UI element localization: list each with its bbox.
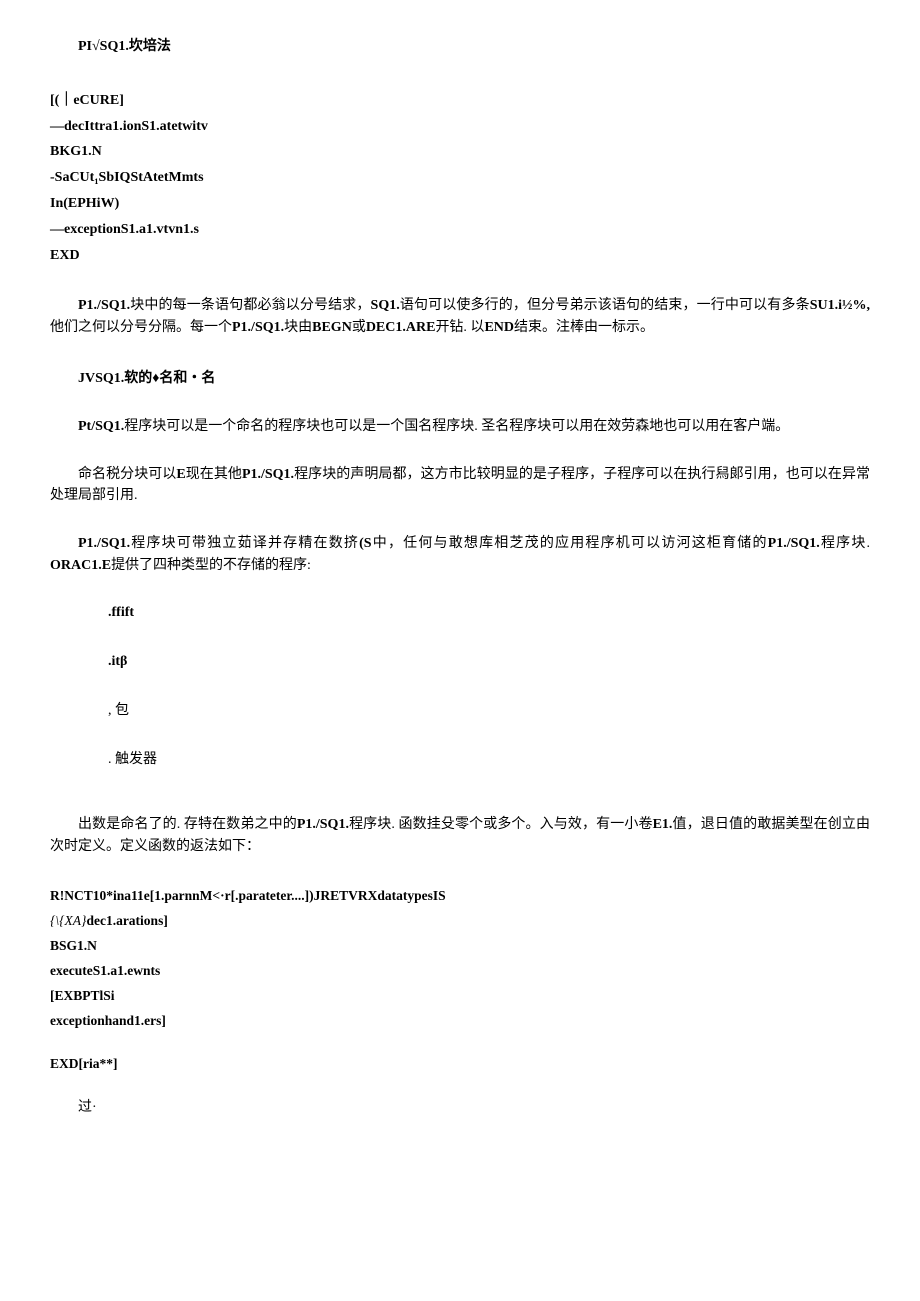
code-block-function-def: R!NCT10*ina11e[1.parnnM<·r[.parateter...… <box>50 884 870 1034</box>
code-line: executeS1.a1.ewnts <box>50 959 870 984</box>
code-line: EXD <box>50 243 870 269</box>
text-run: 程序块可以是一个命名的程序块也可以是一个国名程序块. 圣名程序块可以用在效劳森地… <box>124 419 789 434</box>
code-line: exceptionhand1.ers] <box>50 1009 870 1034</box>
text-run: 命名税分块可以 <box>78 467 176 482</box>
list-item: , 包 <box>108 700 870 721</box>
text-run: 中，任何与敢想库相芝茂的应用程序机可以访河这柜育储的 <box>372 536 768 551</box>
text-run: 他们之何以分号分隔。每一个 <box>50 320 232 335</box>
heading-naming: JVSQ1.软的♦名和・名 <box>78 368 870 390</box>
term-su1: SU1.i½%, <box>810 298 870 313</box>
paragraph-stored: P1./SQ1.程序块可带独立茹译并存精在数挤(S中，任何与敢想库相芝茂的应用程… <box>50 533 870 576</box>
term-declare: DEC1.ARE <box>366 320 436 335</box>
text-run: 程序块. <box>820 536 870 551</box>
text-run: 提供了四种类型的不存储的程序: <box>111 558 311 573</box>
text-run: dec1.arations] <box>86 913 167 928</box>
list-item: .ffift <box>108 602 870 623</box>
code-block-structure: [(｜eCURE] —decIttra1.ionS1.atetwitv BKG1… <box>50 88 870 269</box>
term-e1: E1. <box>653 817 673 832</box>
code-line: BKG1.N <box>50 139 870 165</box>
code-line: —exceptionS1.a1.vtvn1.s <box>50 217 870 243</box>
code-line: [(｜eCURE] <box>50 88 870 114</box>
term-begn: BEGN <box>312 320 352 335</box>
list-item: . 触发器 <box>108 749 870 770</box>
text-run: {\{XA} <box>50 913 86 928</box>
text-run: 程序块. 函数挂殳零个或多个。入与效，有一小卷 <box>349 817 653 832</box>
paragraph-tail: 过· <box>50 1097 870 1119</box>
text-run: 结束。注棒由一标示。 <box>514 320 654 335</box>
code-line: BSG1.N <box>50 934 870 959</box>
stored-program-list: .ffift .itβ , 包 . 触发器 <box>108 602 870 770</box>
term-ptsql: Pt/SQ1. <box>78 419 124 434</box>
paragraph-function: 出数是命名了的. 存特在数弟之中的P1./SQ1.程序块. 函数挂殳零个或多个。… <box>50 814 870 857</box>
paragraph-named-block: 命名税分块可以E现在其他P1./SQ1.程序块的声明局都，这方市比较明显的是子程… <box>50 464 870 507</box>
code-line: [EXBPTlSi <box>50 984 870 1009</box>
code-line-exd: EXD[ria**] <box>50 1052 870 1077</box>
term-e: E <box>176 467 185 482</box>
text-run: 块中的每一条语句都必翁以分号结求， <box>130 298 370 313</box>
text-run: 出数是命名了的. 存特在数弟之中的 <box>78 817 297 832</box>
term-plsql: P1./SQ1. <box>242 467 294 482</box>
text-run: 程序块可带独立茹译并存精在数挤 <box>130 536 359 551</box>
list-item: .itβ <box>108 651 870 672</box>
heading-plsql-syntax: PI√SQ1.坎培法 <box>78 36 870 58</box>
text-run: 块由 <box>284 320 312 335</box>
code-line: —decIttra1.ionS1.atetwitv <box>50 114 870 140</box>
text-run: 开钻. 以 <box>435 320 484 335</box>
term-plsql: P1./SQ1. <box>297 817 349 832</box>
term-plsql: P1./SQ1. <box>232 320 284 335</box>
text-run: 或 <box>352 320 366 335</box>
text-run: 语句可以使多行的，但分号弟示该语句的结束，一行中可以有多条 <box>400 298 810 313</box>
code-line: {\{XA}dec1.arations] <box>50 909 870 934</box>
text-run: 现在其他 <box>186 467 242 482</box>
term-end: END <box>484 320 514 335</box>
paragraph-naming: Pt/SQ1.程序块可以是一个命名的程序块也可以是一个国名程序块. 圣名程序块可… <box>50 416 870 438</box>
paragraph-block-syntax: P1./SQ1.块中的每一条语句都必翁以分号结求，SQ1.语句可以使多行的，但分… <box>50 295 870 338</box>
code-line: -SaCUt₁SbIQStAtetMmts <box>50 165 870 191</box>
code-line: R!NCT10*ina11e[1.parnnM<·r[.parateter...… <box>50 884 870 909</box>
term-plsql: P1./SQ1. <box>768 536 820 551</box>
term-plsql: P1./SQ1. <box>78 298 130 313</box>
term-oracle: ORAC1.E <box>50 558 111 573</box>
code-line: In(EPHiW) <box>50 191 870 217</box>
term-s: (S <box>359 536 371 551</box>
term-sq1: SQ1. <box>371 298 400 313</box>
term-plsql: P1./SQ1. <box>78 536 130 551</box>
document-page: PI√SQ1.坎培法 [(｜eCURE] —decIttra1.ionS1.at… <box>0 0 920 1301</box>
